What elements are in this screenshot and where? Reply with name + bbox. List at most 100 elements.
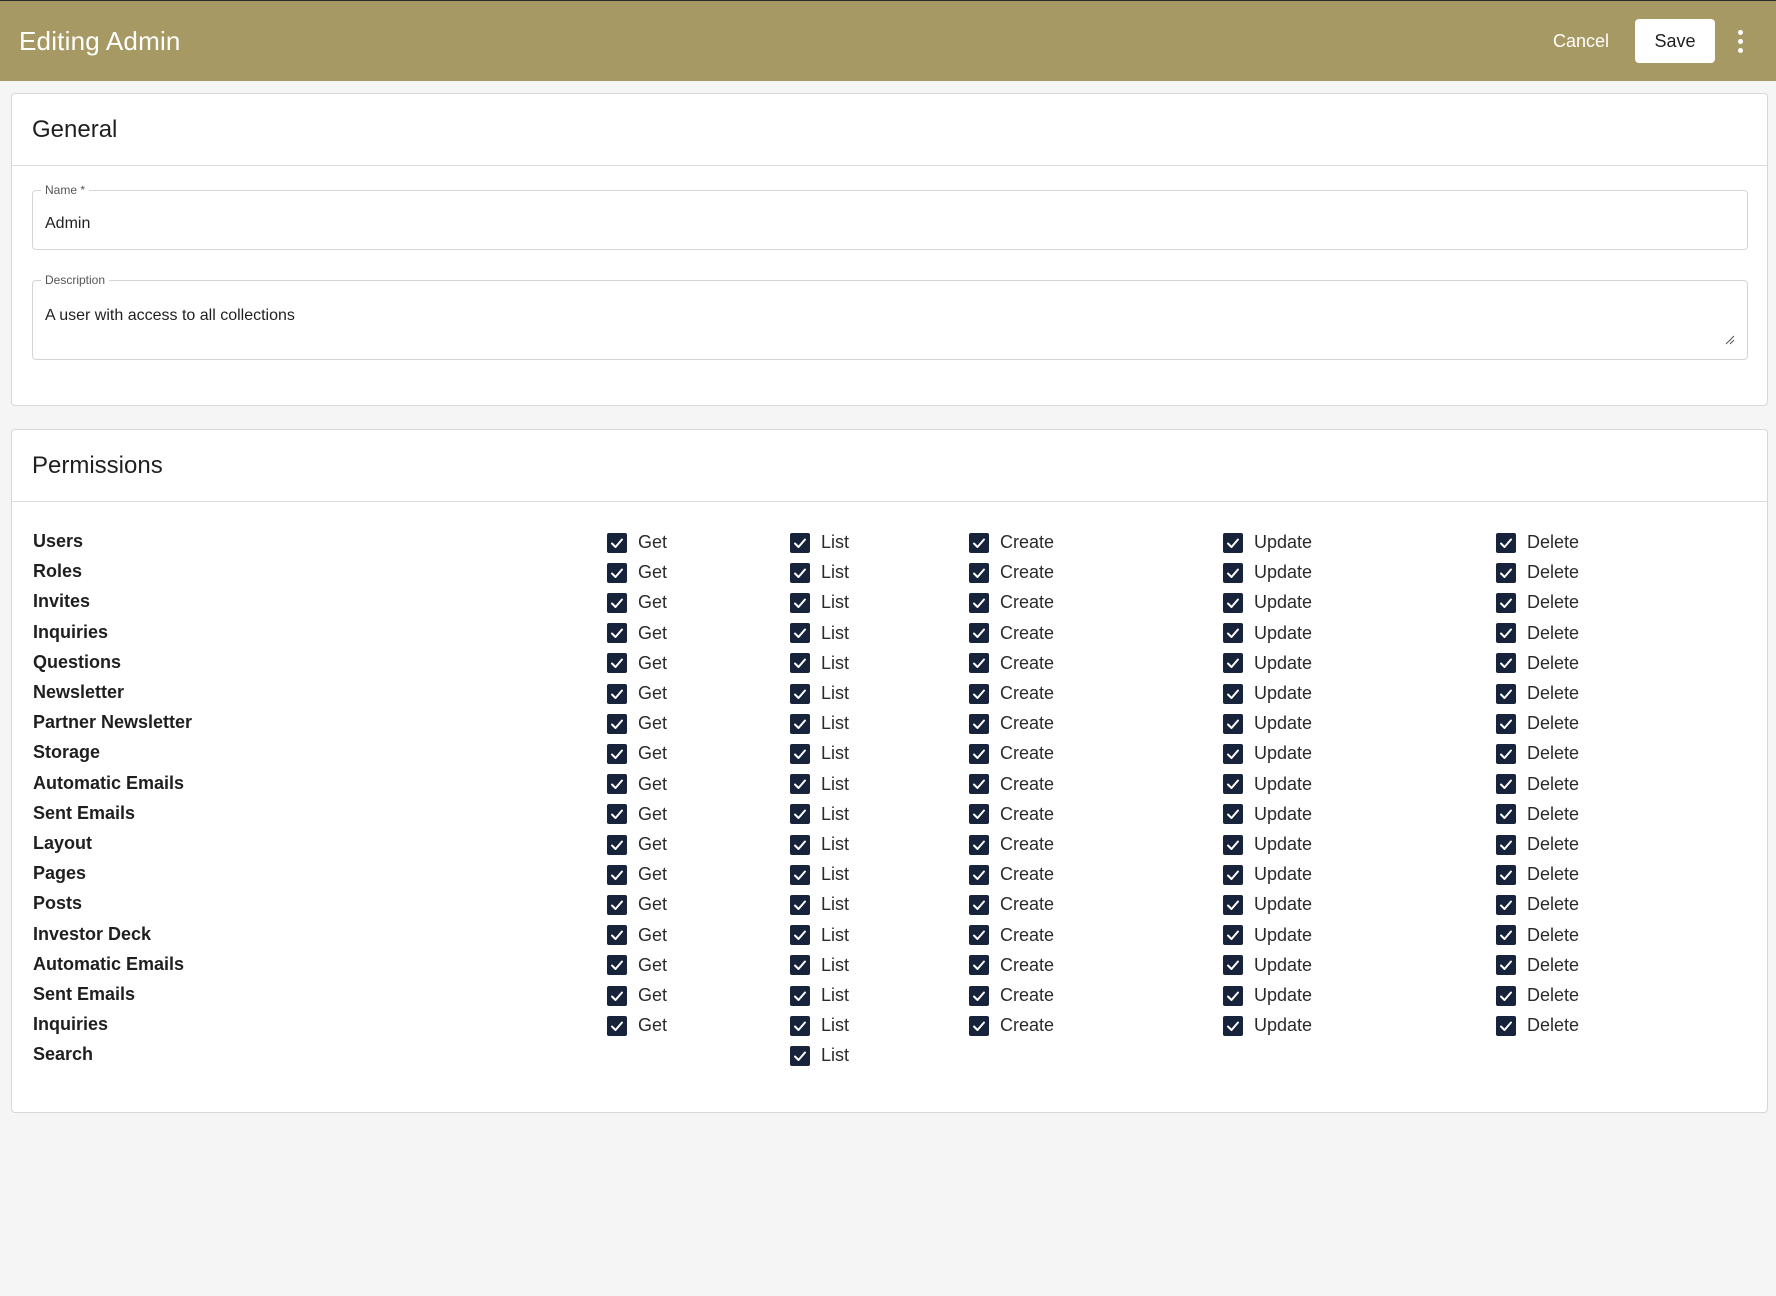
checkbox-checked-icon[interactable] [969,955,989,976]
checkbox-checked-icon[interactable] [1496,653,1516,674]
permission-checkbox-list[interactable]: List [790,683,849,704]
checkbox-checked-icon[interactable] [1223,894,1243,915]
checkbox-checked-icon[interactable] [969,623,989,644]
permission-checkbox-create[interactable]: Create [969,894,1054,915]
checkbox-checked-icon[interactable] [1496,1015,1516,1036]
name-field[interactable]: Name * Admin [32,183,1748,250]
checkbox-checked-icon[interactable] [607,985,627,1006]
permission-checkbox-delete[interactable]: Delete [1496,955,1579,976]
permission-checkbox-get[interactable]: Get [607,592,667,613]
permission-checkbox-get[interactable]: Get [607,804,667,825]
permission-checkbox-list[interactable]: List [790,1015,849,1036]
checkbox-checked-icon[interactable] [1223,713,1243,734]
checkbox-checked-icon[interactable] [790,532,810,553]
permission-checkbox-create[interactable]: Create [969,743,1054,764]
checkbox-checked-icon[interactable] [969,713,989,734]
checkbox-checked-icon[interactable] [969,1015,989,1036]
checkbox-checked-icon[interactable] [1496,774,1516,795]
checkbox-checked-icon[interactable] [1223,592,1243,613]
permission-checkbox-create[interactable]: Create [969,562,1054,583]
permission-checkbox-update[interactable]: Update [1223,532,1312,553]
permission-checkbox-update[interactable]: Update [1223,804,1312,825]
permission-checkbox-update[interactable]: Update [1223,985,1312,1006]
permission-checkbox-list[interactable]: List [790,562,849,583]
checkbox-checked-icon[interactable] [790,774,810,795]
permission-checkbox-get[interactable]: Get [607,623,667,644]
permission-checkbox-list[interactable]: List [790,713,849,734]
permission-checkbox-delete[interactable]: Delete [1496,713,1579,734]
checkbox-checked-icon[interactable] [969,562,989,583]
checkbox-checked-icon[interactable] [790,804,810,825]
checkbox-checked-icon[interactable] [790,834,810,855]
checkbox-checked-icon[interactable] [607,532,627,553]
permission-checkbox-delete[interactable]: Delete [1496,683,1579,704]
permission-checkbox-get[interactable]: Get [607,653,667,674]
checkbox-checked-icon[interactable] [790,1015,810,1036]
permission-checkbox-create[interactable]: Create [969,532,1054,553]
permission-checkbox-get[interactable]: Get [607,834,667,855]
description-field[interactable]: Description A user with access to all co… [32,273,1748,360]
permission-checkbox-create[interactable]: Create [969,925,1054,946]
checkbox-checked-icon[interactable] [1496,623,1516,644]
checkbox-checked-icon[interactable] [790,955,810,976]
permission-checkbox-delete[interactable]: Delete [1496,925,1579,946]
permission-checkbox-update[interactable]: Update [1223,683,1312,704]
checkbox-checked-icon[interactable] [1496,955,1516,976]
checkbox-checked-icon[interactable] [1223,774,1243,795]
permission-checkbox-update[interactable]: Update [1223,955,1312,976]
checkbox-checked-icon[interactable] [1496,743,1516,764]
permission-checkbox-create[interactable]: Create [969,713,1054,734]
checkbox-checked-icon[interactable] [969,683,989,704]
permission-checkbox-create[interactable]: Create [969,774,1054,795]
permission-checkbox-delete[interactable]: Delete [1496,532,1579,553]
checkbox-checked-icon[interactable] [607,683,627,704]
checkbox-checked-icon[interactable] [790,713,810,734]
checkbox-checked-icon[interactable] [1223,532,1243,553]
description-field-value[interactable]: A user with access to all collections [45,307,295,325]
permission-checkbox-delete[interactable]: Delete [1496,774,1579,795]
permission-checkbox-update[interactable]: Update [1223,653,1312,674]
checkbox-checked-icon[interactable] [1496,925,1516,946]
permission-checkbox-update[interactable]: Update [1223,834,1312,855]
checkbox-checked-icon[interactable] [607,834,627,855]
checkbox-checked-icon[interactable] [607,713,627,734]
permission-checkbox-delete[interactable]: Delete [1496,592,1579,613]
checkbox-checked-icon[interactable] [1223,955,1243,976]
checkbox-checked-icon[interactable] [790,562,810,583]
checkbox-checked-icon[interactable] [1223,834,1243,855]
checkbox-checked-icon[interactable] [607,774,627,795]
permission-checkbox-get[interactable]: Get [607,713,667,734]
checkbox-checked-icon[interactable] [790,683,810,704]
permission-checkbox-update[interactable]: Update [1223,894,1312,915]
name-field-value[interactable]: Admin [45,215,90,233]
permission-checkbox-create[interactable]: Create [969,592,1054,613]
permission-checkbox-list[interactable]: List [790,985,849,1006]
checkbox-checked-icon[interactable] [969,894,989,915]
checkbox-checked-icon[interactable] [1223,804,1243,825]
checkbox-checked-icon[interactable] [1223,653,1243,674]
permission-checkbox-delete[interactable]: Delete [1496,1015,1579,1036]
checkbox-checked-icon[interactable] [607,562,627,583]
permission-checkbox-delete[interactable]: Delete [1496,743,1579,764]
checkbox-checked-icon[interactable] [607,1015,627,1036]
permission-checkbox-list[interactable]: List [790,774,849,795]
permission-checkbox-create[interactable]: Create [969,834,1054,855]
permission-checkbox-get[interactable]: Get [607,743,667,764]
checkbox-checked-icon[interactable] [607,653,627,674]
checkbox-checked-icon[interactable] [790,1045,810,1066]
permission-checkbox-list[interactable]: List [790,834,849,855]
resize-handle-icon[interactable] [1725,335,1735,345]
cancel-button[interactable]: Cancel [1541,23,1621,60]
permission-checkbox-update[interactable]: Update [1223,562,1312,583]
checkbox-checked-icon[interactable] [969,774,989,795]
permission-checkbox-get[interactable]: Get [607,894,667,915]
more-vert-icon[interactable] [1723,19,1757,63]
permission-checkbox-update[interactable]: Update [1223,774,1312,795]
permission-checkbox-list[interactable]: List [790,532,849,553]
permission-checkbox-update[interactable]: Update [1223,592,1312,613]
permission-checkbox-list[interactable]: List [790,623,849,644]
permission-checkbox-list[interactable]: List [790,1045,849,1066]
permission-checkbox-get[interactable]: Get [607,774,667,795]
checkbox-checked-icon[interactable] [1223,985,1243,1006]
checkbox-checked-icon[interactable] [1496,683,1516,704]
